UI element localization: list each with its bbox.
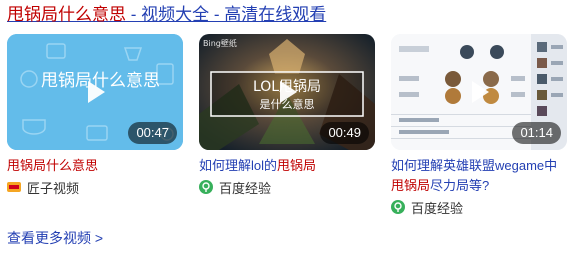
video-thumbnail-1[interactable]: 甩锅局什么意思 00:47 <box>7 34 183 150</box>
video-card-3: 01:14 如何理解英雄联盟wegame中 甩锅局尽力局等? 百度经验 <box>391 34 567 216</box>
result-title-link[interactable]: 甩锅局什么意思 - 视频大全 - 高清在线观看 <box>7 4 326 26</box>
video-source-1: 匠子视频 <box>7 178 183 196</box>
video-title-link-2[interactable]: 如何理解lol的甩锅局 <box>199 156 375 176</box>
video-card-1: 甩锅局什么意思 00:47 甩锅局什么意思 匠子视频 <box>7 34 183 196</box>
video-title-highlight: 甩锅局 <box>277 158 317 173</box>
baidu-jingyan-icon <box>391 200 405 214</box>
baidu-jingyan-icon <box>199 180 213 194</box>
source-name: 匠子视频 <box>27 180 80 196</box>
more-videos-link[interactable]: 查看更多视频 > <box>7 228 103 248</box>
video-thumbnail-2[interactable]: Bing壁纸 LOL甩锅局 是什么意思 00:49 <box>199 34 375 150</box>
duration-badge: 00:49 <box>320 122 369 144</box>
title-highlight: 甩锅局什么意思 <box>7 5 126 24</box>
video-card-2: Bing壁纸 LOL甩锅局 是什么意思 00:49 如何理解lol的甩锅局 百度… <box>199 34 375 196</box>
video-title-link-1[interactable]: 甩锅局什么意思 <box>7 156 183 176</box>
source-name: 百度经验 <box>219 180 272 196</box>
duration-badge: 00:47 <box>128 122 177 144</box>
video-title-pre: 如何理解lol的 <box>199 158 278 173</box>
play-icon <box>88 81 105 103</box>
title-rest: - 视频大全 - 高清在线观看 <box>126 5 327 24</box>
jiangzi-logo-icon <box>7 182 21 192</box>
video-title-pre: 如何理解英雄联盟wegame中 <box>391 158 558 173</box>
duration-badge: 01:14 <box>512 122 561 144</box>
play-icon <box>280 81 297 103</box>
video-title-post: 尽力局等? <box>430 178 490 193</box>
video-title-highlight: 甩锅局什么意思 <box>7 158 99 173</box>
video-source-3: 百度经验 <box>391 198 567 216</box>
source-name: 百度经验 <box>411 200 464 216</box>
play-icon <box>472 81 489 103</box>
video-title-link-3[interactable]: 如何理解英雄联盟wegame中 甩锅局尽力局等? <box>391 156 567 196</box>
video-thumbnail-3[interactable]: 01:14 <box>391 34 567 150</box>
video-title-highlight: 甩锅局 <box>391 178 431 193</box>
thumbnail-corner-text: Bing壁纸 <box>203 38 237 48</box>
video-source-2: 百度经验 <box>199 178 375 196</box>
